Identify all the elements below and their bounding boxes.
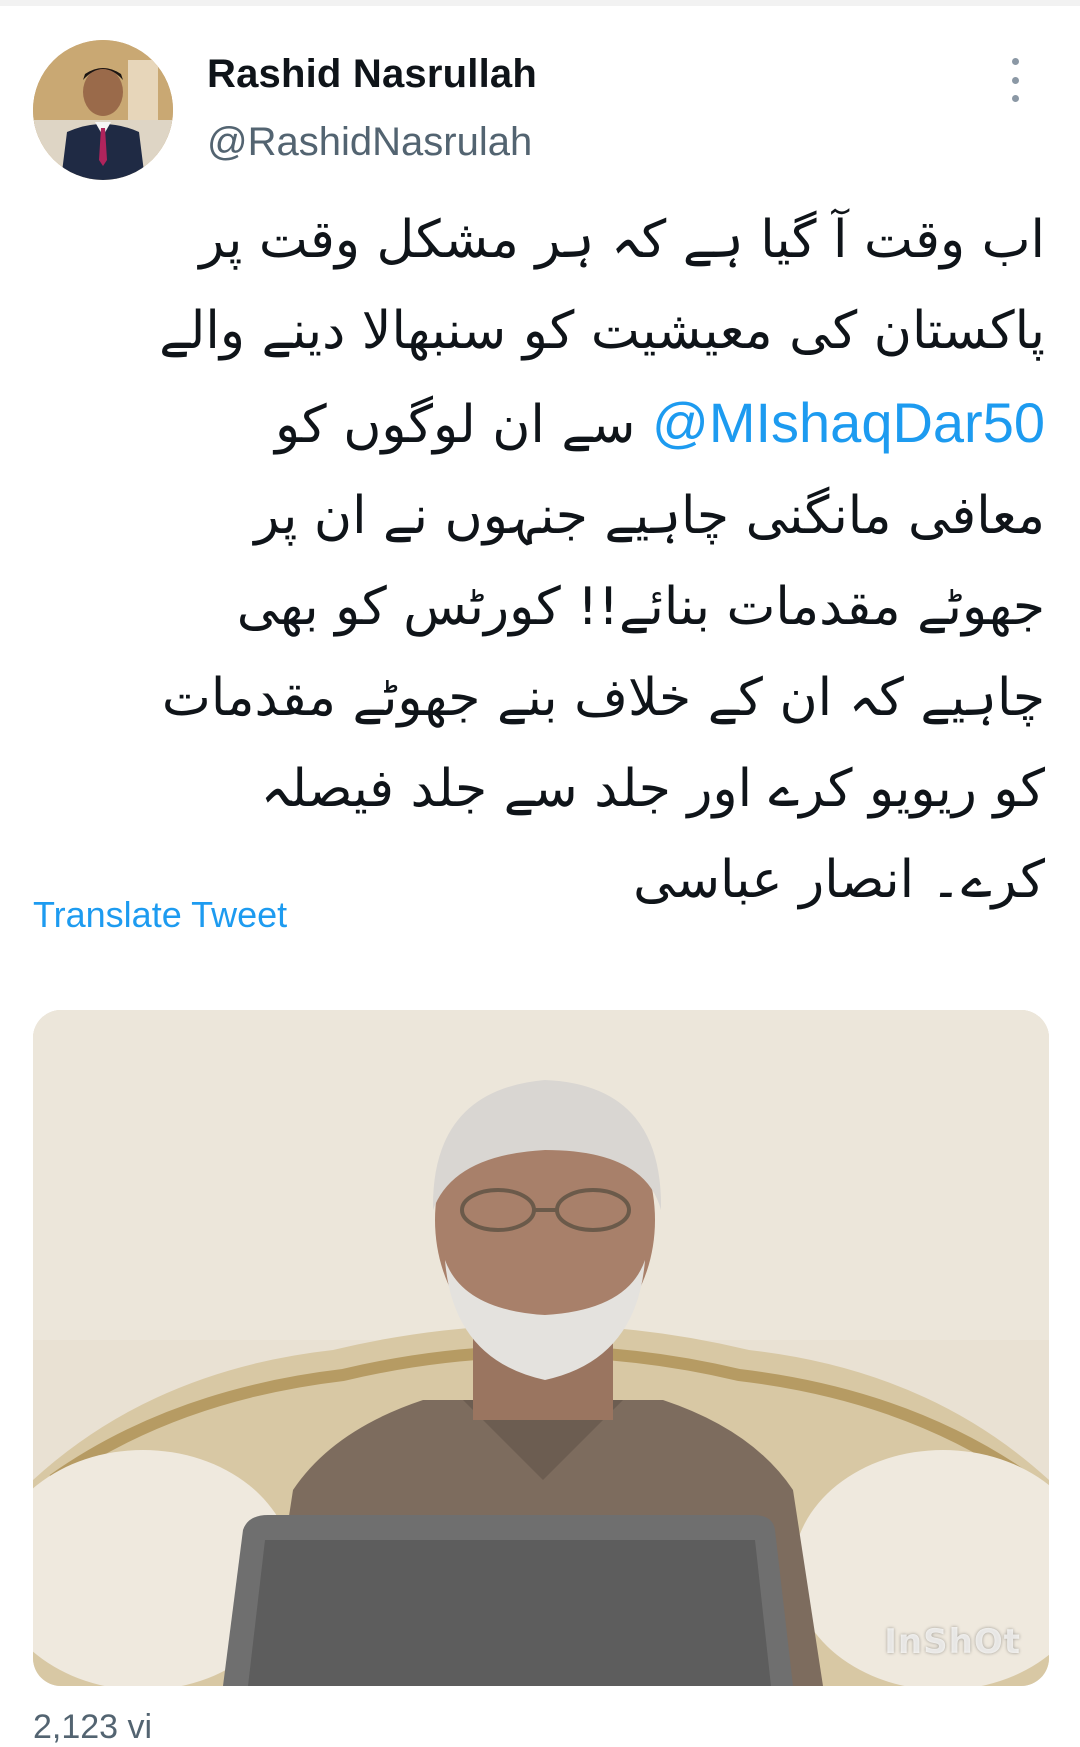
tweet-line: کو ریویو کرے اور جلد سے جلد فیصلہ (260, 759, 1045, 819)
author-handle[interactable]: @RashidNasrulah (207, 120, 532, 165)
tweet-line: معافی مانگنی چاہیے جنہوں نے ان پر (254, 486, 1045, 546)
tweet-line: @MIshaqDar50 سے ان لوگوں کو (50, 377, 1045, 471)
tweet-line: پاکستان کی معیشیت کو سنبھالا دینے والے (159, 301, 1045, 361)
video-watermark: InShOt (884, 1622, 1021, 1662)
avatar[interactable] (33, 40, 173, 180)
mention-link[interactable]: @MIshaqDar50 (652, 391, 1045, 454)
tweet-line: جھوٹے مقدمات بنائے!! کورٹس کو بھی (236, 577, 1045, 637)
author-name[interactable]: Rashid Nasrullah (207, 52, 537, 97)
view-count-partial: 2,123 vi (33, 1708, 153, 1746)
tweet-line: اب وقت آ گیا ہے کہ ہر مشکل وقت پر (199, 210, 1045, 270)
video-frame (33, 1010, 1049, 1686)
tweet-line-rest: سے ان لوگوں کو (275, 395, 652, 455)
tweet-text: اب وقت آ گیا ہے کہ ہر مشکل وقت پر پاکستا… (50, 195, 1045, 926)
tweet-line: چاہیے کہ ان کے خلاف بنے جھوٹے مقدمات (161, 668, 1045, 728)
top-divider (0, 0, 1080, 6)
tweet-video-thumbnail[interactable]: InShOt (33, 1010, 1049, 1686)
avatar-image (33, 40, 173, 180)
more-vertical-icon[interactable] (1003, 58, 1027, 102)
translate-tweet-link[interactable]: Translate Tweet (33, 894, 287, 936)
